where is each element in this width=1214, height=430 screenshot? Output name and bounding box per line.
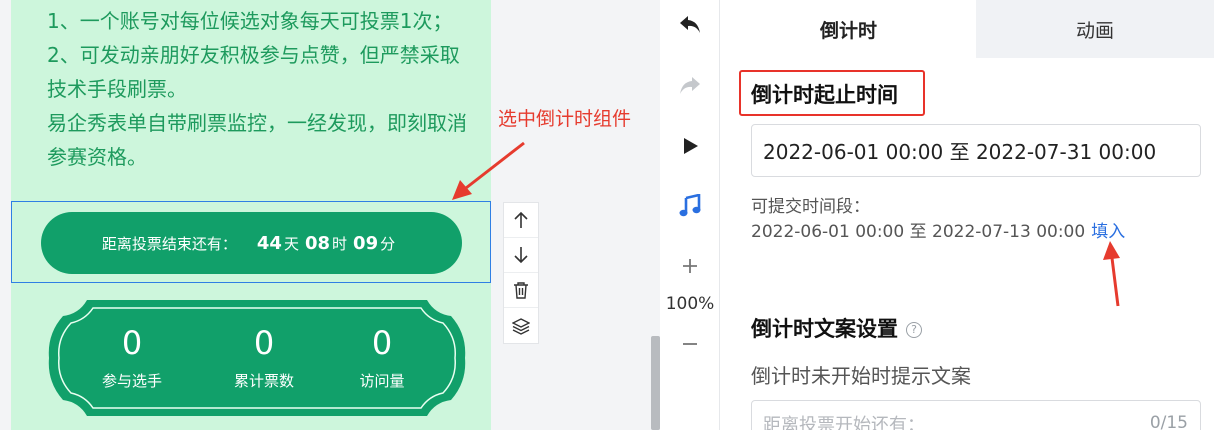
char-counter: 0/15 [1149, 413, 1188, 430]
countdown-days: 44 [256, 232, 282, 254]
countdown-minutes-unit: 分 [380, 234, 396, 253]
countdown-bar[interactable]: 距离投票结束还有： 44 天 08 时 09 分 [41, 212, 462, 274]
countdown-label: 距离投票结束还有： [101, 234, 237, 253]
settings-panel: 倒计时 动画 倒计时起止时间 2022-06-01 00:00 至 2022-0… [721, 0, 1214, 430]
element-toolbar [503, 202, 539, 344]
stat-value: 0 [253, 324, 275, 362]
rule-line: 易企秀表单自带刷票监控，一经发现，即刻取消参赛资格。 [47, 111, 467, 169]
redo-icon [680, 77, 700, 94]
countdown-hours-unit: 时 [332, 234, 348, 253]
redo-button[interactable] [660, 75, 720, 97]
layers-icon [512, 317, 530, 335]
delete-button[interactable] [504, 273, 538, 308]
layers-button[interactable] [504, 308, 538, 343]
page-preview: 1、一个账号对每位候选对象每天可投票1次； 2、可发动亲朋好友积极参与点赞，但严… [11, 0, 491, 430]
prestart-copy-label: 倒计时未开始时提示文案 [751, 364, 971, 388]
zoom-out-icon [683, 343, 697, 345]
zoom-out-button[interactable] [660, 335, 720, 353]
move-up-button[interactable] [504, 203, 538, 238]
arrow-up-icon [514, 211, 528, 228]
help-icon[interactable]: ? [906, 322, 922, 338]
countdown-hours: 08 [304, 232, 331, 254]
countdown-minutes: 09 [353, 232, 379, 254]
rule-line: 2、可发动亲朋好友积极参与点赞，但严禁采取技术手段刷票。 [47, 43, 460, 101]
prestart-copy-input[interactable]: 距离投票开始还有： 0/15 [751, 400, 1201, 430]
panel-tabs: 倒计时 动画 [721, 0, 1214, 58]
play-icon [684, 138, 698, 154]
music-button[interactable] [660, 194, 720, 218]
zoom-in-icon [683, 259, 697, 273]
annotation-label: 选中倒计时组件 [498, 108, 632, 130]
stat-votes: 0 累计票数 [209, 322, 319, 391]
section-title-copy-text: 倒计时文案设置 [751, 317, 898, 341]
stat-label: 访问量 [359, 372, 405, 390]
trash-icon [514, 282, 528, 299]
stat-label: 参与选手 [101, 372, 162, 390]
stat-value: 0 [121, 324, 143, 362]
prestart-copy-placeholder: 距离投票开始还有： [763, 415, 925, 430]
arrow-down-icon [514, 247, 528, 264]
submit-period-value: 2022-06-01 00:00 至 2022-07-13 00:00 [751, 222, 1086, 242]
rule-line: 1、一个账号对每位候选对象每天可投票1次； [47, 9, 453, 33]
rules-text: 1、一个账号对每位候选对象每天可投票1次； 2、可发动亲朋好友积极参与点赞，但严… [47, 4, 467, 174]
preview-play-button[interactable] [660, 135, 720, 157]
countdown-component-selected[interactable]: 距离投票结束还有： 44 天 08 时 09 分 [11, 201, 491, 283]
move-down-button[interactable] [504, 238, 538, 273]
stat-label: 累计票数 [233, 372, 294, 390]
stats-panel[interactable]: 0 参与选手 0 累计票数 0 访问量 [47, 300, 467, 416]
zoom-in-button[interactable] [660, 257, 720, 275]
section-title-time-range: 倒计时起止时间 [751, 83, 898, 107]
section-title-copy: 倒计时文案设置? [751, 313, 922, 343]
tab-animation[interactable]: 动画 [976, 0, 1214, 58]
music-icon [679, 194, 701, 217]
stat-value: 0 [371, 324, 393, 362]
time-range-input[interactable]: 2022-06-01 00:00 至 2022-07-31 00:00 [751, 124, 1201, 177]
submit-period-row: 2022-06-01 00:00 至 2022-07-13 00:00 填入 [751, 217, 1125, 242]
undo-button[interactable] [660, 14, 720, 36]
countdown-days-unit: 天 [283, 234, 299, 253]
canvas-scrollbar[interactable] [651, 336, 660, 430]
editor-canvas: 1、一个账号对每位候选对象每天可投票1次； 2、可发动亲朋好友积极参与点赞，但严… [0, 0, 660, 430]
submit-period-label: 可提交时间段： [751, 197, 870, 217]
undo-icon [680, 16, 700, 33]
zoom-level: 100% [665, 294, 715, 314]
stat-participants: 0 参与选手 [77, 322, 187, 391]
tab-countdown[interactable]: 倒计时 [721, 0, 976, 58]
fill-in-link[interactable]: 填入 [1091, 222, 1125, 242]
stat-visits: 0 访问量 [327, 322, 437, 391]
editor-tool-strip: 100% [660, 0, 720, 430]
